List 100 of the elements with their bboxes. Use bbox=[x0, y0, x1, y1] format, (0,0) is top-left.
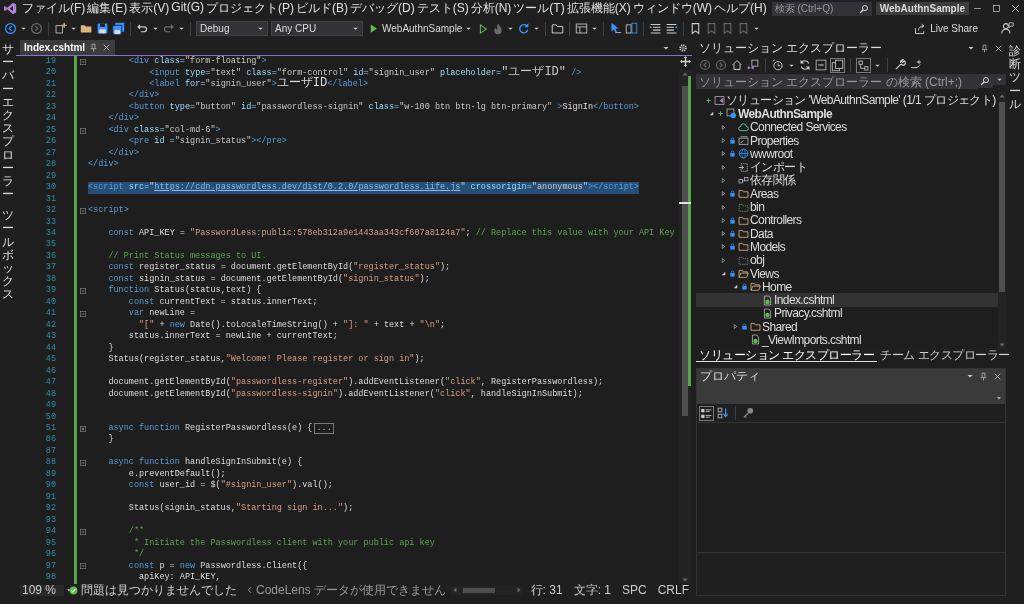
collapse-icon[interactable] bbox=[78, 126, 87, 135]
play-outline-icon[interactable] bbox=[477, 22, 490, 35]
brush-icon[interactable] bbox=[910, 59, 922, 71]
menu-item[interactable]: 表示(V) bbox=[128, 0, 171, 17]
menu-item[interactable]: 拡張機能(X) bbox=[565, 0, 632, 17]
home-icon[interactable] bbox=[731, 59, 743, 71]
tree-item[interactable]: obj bbox=[696, 253, 998, 267]
menu-item[interactable]: プロジェクト(P) bbox=[205, 0, 295, 17]
menu-item[interactable]: ウィンドウ(W) bbox=[631, 0, 713, 17]
scrollbar[interactable] bbox=[451, 585, 523, 595]
show-all-files-icon[interactable] bbox=[831, 58, 844, 72]
search-field[interactable]: 検索 (Ctrl+Q) bbox=[771, 1, 856, 16]
panel-tab[interactable]: チーム エクスプローラー bbox=[877, 349, 1013, 362]
collapsed-region-button[interactable]: ... bbox=[314, 423, 334, 435]
folder-icon[interactable] bbox=[551, 22, 565, 35]
back-icon[interactable] bbox=[699, 59, 711, 71]
forward-icon[interactable] bbox=[30, 22, 43, 35]
caret-icon[interactable] bbox=[753, 25, 761, 32]
tree-item[interactable]: ソリューション 'WebAuthnSample' (1/1 プロジェクト) bbox=[696, 94, 998, 108]
close-icon[interactable] bbox=[993, 372, 1002, 381]
list-icon[interactable] bbox=[649, 22, 663, 35]
tree-item[interactable]: 依存関係 bbox=[696, 173, 998, 188]
tree-item[interactable]: Controllers bbox=[696, 213, 998, 227]
tree-item[interactable]: wwwroot bbox=[696, 147, 998, 161]
vs-logo-icon[interactable] bbox=[4, 2, 17, 15]
windows-icon[interactable] bbox=[625, 22, 639, 35]
collapse-all-icon[interactable] bbox=[815, 59, 827, 71]
tree-item[interactable]: Views bbox=[696, 266, 998, 281]
side-tab[interactable]: ツールボックス bbox=[2, 209, 14, 302]
caret-icon[interactable] bbox=[507, 25, 515, 32]
tree-item[interactable]: _ViewImports.cshtml bbox=[696, 333, 998, 347]
close-icon[interactable] bbox=[1010, 3, 1021, 14]
tree-item[interactable]: Index.cshtml bbox=[696, 293, 998, 307]
cursor-icon[interactable] bbox=[609, 22, 623, 35]
tree-item[interactable]: Models bbox=[696, 240, 998, 254]
menu-item[interactable]: 分析(N) bbox=[469, 0, 513, 17]
pin-icon[interactable] bbox=[89, 43, 99, 52]
collapse-icon[interactable] bbox=[78, 310, 87, 319]
close-icon[interactable] bbox=[994, 43, 1003, 53]
caret-icon[interactable] bbox=[152, 25, 159, 32]
redo-icon[interactable] bbox=[162, 22, 175, 35]
forward-icon[interactable] bbox=[715, 59, 727, 71]
collapse-icon[interactable] bbox=[78, 527, 87, 536]
scrollbar-thumb[interactable] bbox=[999, 102, 1005, 292]
scroll-left-icon[interactable] bbox=[451, 586, 460, 594]
new-item-icon[interactable] bbox=[54, 22, 67, 35]
tree-item[interactable]: Shared bbox=[696, 320, 998, 334]
pin-icon[interactable] bbox=[979, 372, 988, 381]
caret-icon[interactable] bbox=[20, 25, 27, 32]
platform-dropdown[interactable]: Any CPU bbox=[271, 21, 363, 36]
collapse-icon[interactable] bbox=[78, 57, 87, 66]
panel-tab[interactable]: ソリューション エクスプローラー bbox=[696, 349, 878, 362]
tree-item[interactable]: Connected Services bbox=[696, 120, 998, 134]
folder-icon[interactable] bbox=[80, 22, 93, 35]
menu-item[interactable]: テスト(S) bbox=[415, 0, 470, 17]
save-icon[interactable] bbox=[96, 22, 109, 35]
scrollbar[interactable] bbox=[679, 70, 691, 584]
back-icon[interactable] bbox=[4, 22, 17, 35]
pin-icon[interactable] bbox=[980, 43, 989, 53]
scrollbar-thumb[interactable] bbox=[463, 587, 496, 593]
close-icon[interactable] bbox=[102, 43, 112, 52]
scroll-up-icon[interactable] bbox=[681, 70, 689, 78]
collapse-icon[interactable] bbox=[78, 287, 87, 296]
caret-icon[interactable] bbox=[591, 25, 599, 32]
tree-item[interactable]: Home bbox=[696, 280, 998, 294]
split-icon[interactable] bbox=[679, 56, 691, 67]
clock-icon[interactable] bbox=[772, 59, 784, 71]
switch-view-icon[interactable] bbox=[747, 59, 759, 71]
menu-item[interactable]: デバッグ(D) bbox=[349, 0, 416, 17]
menu-item[interactable]: ファイル(F) bbox=[21, 0, 87, 17]
tree-item[interactable]: Properties bbox=[696, 133, 998, 148]
maximize-icon[interactable] bbox=[991, 3, 1002, 14]
settings-icon[interactable] bbox=[678, 42, 688, 53]
diagram-icon[interactable] bbox=[857, 58, 870, 72]
tree-item[interactable]: bin bbox=[696, 200, 998, 214]
flame-icon[interactable] bbox=[492, 22, 505, 35]
side-tab[interactable]: 診断ツール bbox=[1009, 45, 1021, 111]
feedback-icon[interactable] bbox=[1001, 22, 1014, 35]
collapse-icon[interactable] bbox=[78, 206, 87, 215]
list-icon[interactable] bbox=[665, 22, 679, 35]
menu-item[interactable]: ツール(T) bbox=[512, 0, 566, 17]
collapse-icon[interactable] bbox=[78, 459, 87, 468]
search-field[interactable]: ソリューション エクスプローラー の検索 (Ctrl+;) bbox=[696, 74, 977, 89]
menu-item[interactable]: ヘルプ(H) bbox=[713, 0, 768, 17]
scrollbar-thumb[interactable] bbox=[682, 86, 688, 416]
sync-icon[interactable] bbox=[799, 59, 811, 71]
configuration-dropdown[interactable]: Debug bbox=[196, 21, 268, 36]
live-share-button[interactable]: Live Share bbox=[908, 21, 984, 36]
tree-item[interactable]: インポート bbox=[696, 160, 998, 174]
menu-item[interactable]: ビルド(B) bbox=[295, 0, 349, 17]
menu-item[interactable]: Git(G) bbox=[170, 0, 205, 17]
editor-tab[interactable]: Index.cshtml bbox=[20, 40, 116, 55]
tree-item[interactable]: Privacy.cshtml bbox=[696, 306, 998, 321]
tree-item[interactable]: Data bbox=[696, 226, 998, 241]
collapse-icon[interactable] bbox=[78, 562, 87, 571]
scroll-right-icon[interactable] bbox=[514, 586, 523, 594]
categorized-icon[interactable] bbox=[700, 406, 713, 420]
caret-icon[interactable] bbox=[178, 25, 185, 32]
caret-icon[interactable] bbox=[70, 25, 77, 32]
sort-icon[interactable] bbox=[717, 407, 729, 419]
